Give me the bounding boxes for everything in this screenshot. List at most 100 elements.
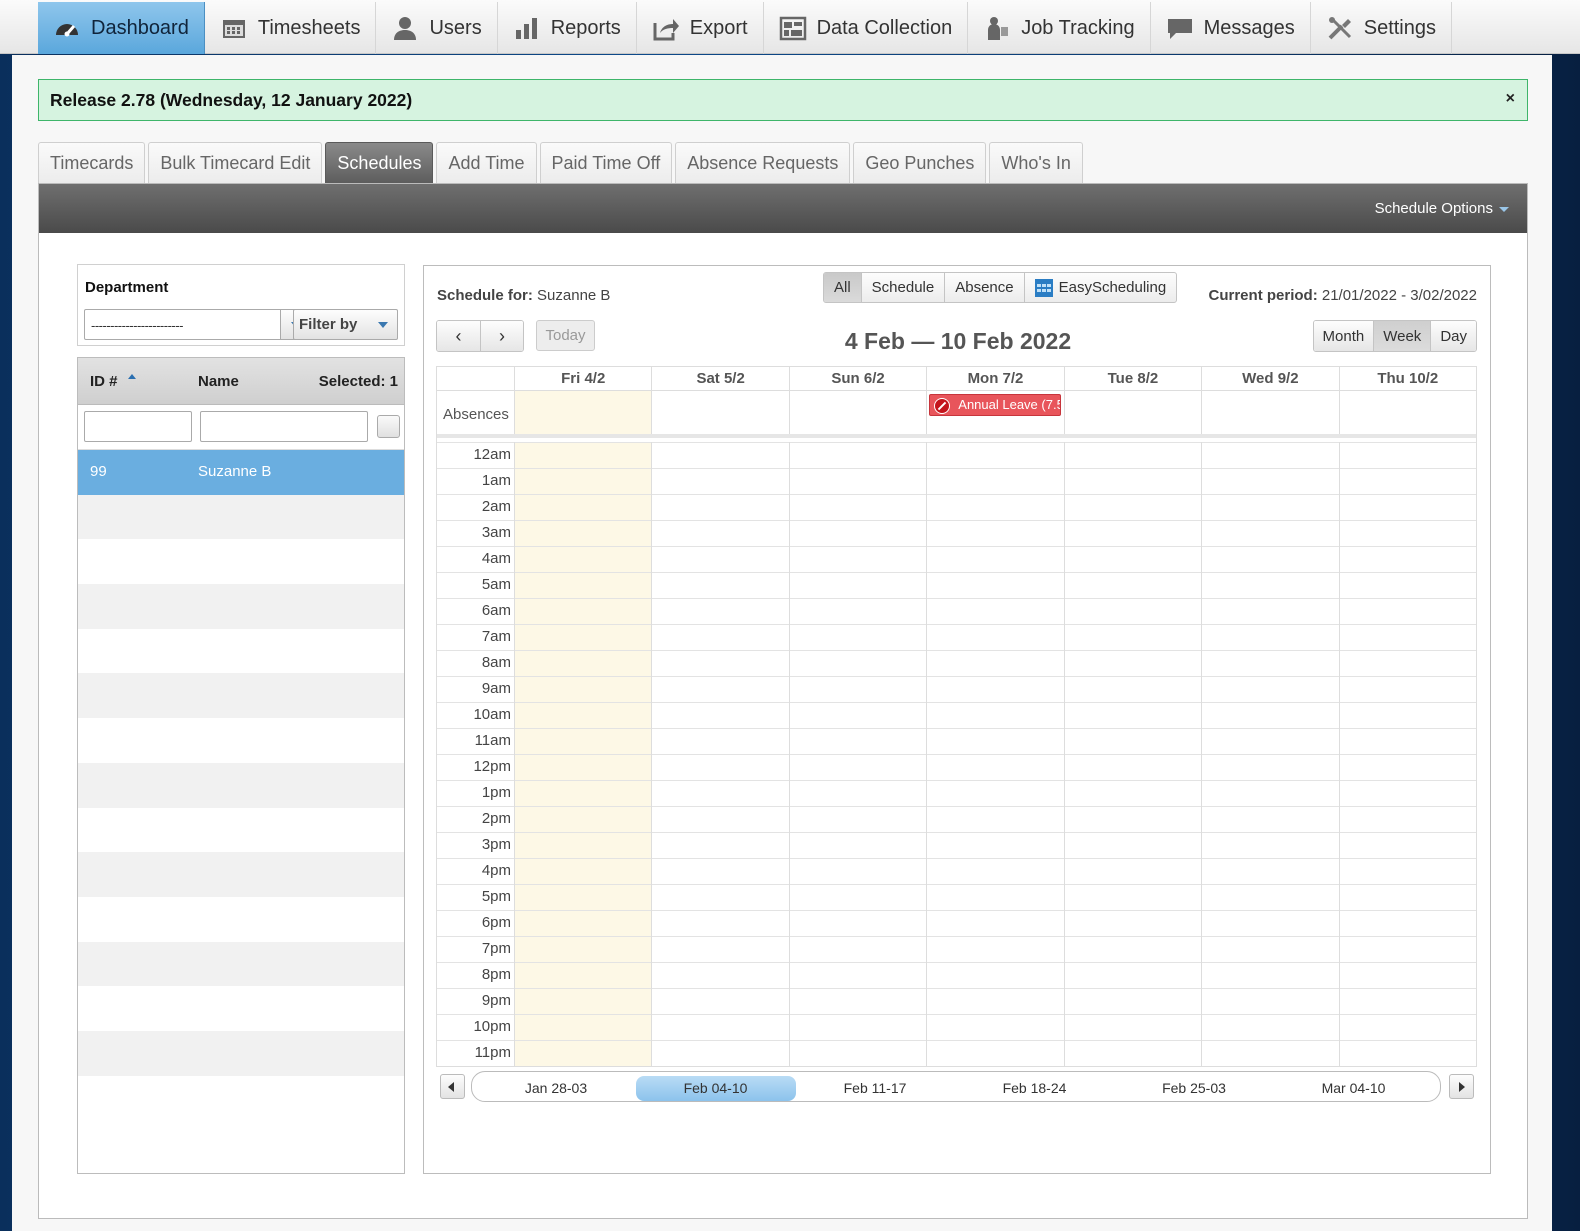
nav-item-job-tracking[interactable]: Job Tracking xyxy=(968,2,1151,54)
nav-item-users[interactable]: Users xyxy=(376,2,498,54)
column-header-id[interactable]: ID # xyxy=(90,373,118,390)
hour-label: 1pm xyxy=(481,784,511,801)
name-filter-input[interactable] xyxy=(200,411,368,442)
hour-row[interactable]: 6pm xyxy=(437,910,1476,936)
day-column-divider xyxy=(926,442,928,1066)
period-item[interactable]: Jan 28-03 xyxy=(476,1076,636,1101)
absence-cell[interactable] xyxy=(514,391,652,434)
hour-row[interactable]: 7pm xyxy=(437,936,1476,962)
bar-chart-icon xyxy=(513,15,541,41)
filter-easyscheduling-button[interactable]: EasyScheduling xyxy=(1025,273,1177,302)
hour-row[interactable]: 3am xyxy=(437,520,1476,546)
nav-item-timesheets[interactable]: Timesheets xyxy=(205,2,377,54)
day-header[interactable]: Sat 5/2 xyxy=(651,367,788,391)
time-grid[interactable]: 12am 1am 2am 3am 4am 5am 6am 7am 8am 9am 10am 11am 1… xyxy=(437,442,1476,1066)
nav-item-label: Timesheets xyxy=(257,16,361,39)
hour-row[interactable]: 5pm xyxy=(437,884,1476,910)
filter-by-button[interactable]: Filter by xyxy=(293,309,398,340)
day-header[interactable]: Wed 9/2 xyxy=(1201,367,1338,391)
page-panel: Release 2.78 (Wednesday, 12 January 2022… xyxy=(12,55,1552,1231)
nav-item-label: Users xyxy=(429,16,482,39)
hour-row[interactable]: 2pm xyxy=(437,806,1476,832)
nav-item-messages[interactable]: Messages xyxy=(1151,2,1311,54)
tab-who-s-in[interactable]: Who's In xyxy=(989,142,1083,183)
nav-item-reports[interactable]: Reports xyxy=(498,2,637,54)
hour-row[interactable]: 1pm xyxy=(437,780,1476,806)
id-filter-input[interactable] xyxy=(84,411,192,442)
hour-row[interactable]: 9am xyxy=(437,676,1476,702)
hour-row[interactable]: 1am xyxy=(437,468,1476,494)
day-header[interactable]: Fri 4/2 xyxy=(514,367,651,391)
nav-item-label: Job Tracking xyxy=(1021,16,1135,39)
tab-timecards[interactable]: Timecards xyxy=(38,142,146,183)
hour-row[interactable]: 12pm xyxy=(437,754,1476,780)
filter-checkbox[interactable] xyxy=(377,415,400,438)
column-header-name[interactable]: Name xyxy=(198,373,239,390)
nav-item-settings[interactable]: Settings xyxy=(1311,2,1452,54)
hour-row[interactable]: 6am xyxy=(437,598,1476,624)
hour-row[interactable]: 5am xyxy=(437,572,1476,598)
filter-schedule-button[interactable]: Schedule xyxy=(862,273,946,302)
absence-cell[interactable] xyxy=(1063,391,1201,434)
hour-row[interactable]: 8pm xyxy=(437,962,1476,988)
period-next-icon[interactable] xyxy=(1449,1074,1474,1099)
tab-paid-time-off[interactable]: Paid Time Off xyxy=(539,142,673,183)
absence-cell[interactable] xyxy=(1338,391,1476,434)
filter-label: Schedule xyxy=(871,279,935,296)
filter-all-button[interactable]: All xyxy=(824,273,862,302)
view-month-button[interactable]: Month xyxy=(1313,321,1374,351)
nav-item-dashboard[interactable]: Dashboard xyxy=(38,2,205,54)
view-switcher: Month Week Day xyxy=(1312,320,1477,352)
nav-item-data-collection[interactable]: Data Collection xyxy=(764,2,969,54)
period-prev-icon[interactable] xyxy=(440,1074,465,1099)
view-week-button[interactable]: Week xyxy=(1373,321,1431,351)
event-filter-group: All Schedule Absence EasyScheduling xyxy=(823,272,1178,303)
day-header[interactable]: Tue 8/2 xyxy=(1063,367,1201,391)
view-day-button[interactable]: Day xyxy=(1430,321,1476,351)
period-item[interactable]: Feb 04-10 xyxy=(635,1076,796,1101)
day-header[interactable]: Thu 10/2 xyxy=(1338,367,1476,391)
tab-schedules[interactable]: Schedules xyxy=(325,142,434,183)
hour-row[interactable]: 4pm xyxy=(437,858,1476,884)
tab-geo-punches[interactable]: Geo Punches xyxy=(853,142,987,183)
tab-add-time[interactable]: Add Time xyxy=(436,142,537,183)
close-icon[interactable]: × xyxy=(1506,90,1515,108)
employee-id: 99 xyxy=(90,463,107,480)
period-item[interactable]: Feb 25-03 xyxy=(1114,1076,1274,1101)
table-row[interactable]: 99 Suzanne B xyxy=(78,450,404,495)
nav-item-label: Messages xyxy=(1203,16,1295,39)
hour-row[interactable]: 3pm xyxy=(437,832,1476,858)
hour-row[interactable]: 10am xyxy=(437,702,1476,728)
table-row xyxy=(78,808,404,853)
employee-grid-header: ID # Name Selected: 1 xyxy=(78,358,404,405)
filter-absence-button[interactable]: Absence xyxy=(945,273,1025,302)
department-select[interactable]: ------------------------ xyxy=(84,309,281,340)
table-row xyxy=(78,897,404,942)
period-item[interactable]: Mar 04-10 xyxy=(1274,1076,1434,1101)
hour-row[interactable]: 12am xyxy=(437,442,1476,468)
hour-row[interactable]: 9pm xyxy=(437,988,1476,1014)
schedule-for: Schedule for: Suzanne B xyxy=(437,287,610,304)
hour-row[interactable]: 2am xyxy=(437,494,1476,520)
tab-bulk-timecard-edit[interactable]: Bulk Timecard Edit xyxy=(148,142,323,183)
hour-row[interactable]: 4am xyxy=(437,546,1476,572)
hour-row[interactable]: 8am xyxy=(437,650,1476,676)
no-entry-icon xyxy=(934,398,951,414)
absence-cell[interactable] xyxy=(1201,391,1338,434)
period-item[interactable]: Feb 11-17 xyxy=(795,1076,955,1101)
absence-cell[interactable] xyxy=(651,391,788,434)
hour-row[interactable]: 11am xyxy=(437,728,1476,754)
hour-row[interactable]: 10pm xyxy=(437,1014,1476,1040)
period-item[interactable]: Feb 18-24 xyxy=(955,1076,1115,1101)
absence-cell[interactable] xyxy=(788,391,926,434)
absence-event[interactable]: Annual Leave (7.5 xyxy=(929,394,1061,416)
day-header[interactable]: Mon 7/2 xyxy=(926,367,1063,391)
current-period-value: 21/01/2022 - 3/02/2022 xyxy=(1321,287,1477,304)
filter-label: Absence xyxy=(955,279,1014,296)
schedule-options-menu[interactable]: Schedule Options xyxy=(1375,200,1493,217)
day-header[interactable]: Sun 6/2 xyxy=(788,367,926,391)
hour-row[interactable]: 11pm xyxy=(437,1040,1476,1066)
nav-item-export[interactable]: Export xyxy=(637,2,764,54)
hour-row[interactable]: 7am xyxy=(437,624,1476,650)
tab-absence-requests[interactable]: Absence Requests xyxy=(675,142,851,183)
